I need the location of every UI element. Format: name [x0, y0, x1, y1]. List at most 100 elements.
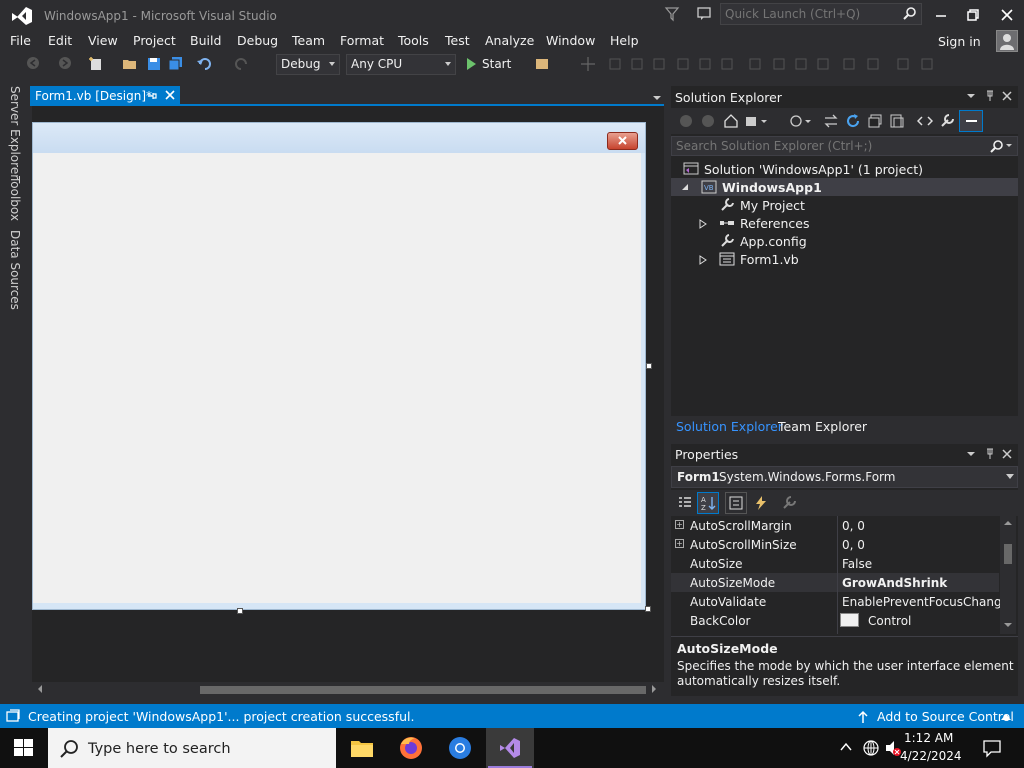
form1-window-preview[interactable] [32, 122, 646, 610]
filter-icon[interactable] [664, 6, 680, 22]
redo-icon[interactable] [232, 56, 250, 72]
property-value[interactable]: False [842, 557, 872, 571]
home-icon[interactable] [723, 113, 739, 129]
firefox-icon[interactable] [387, 728, 435, 768]
menu-help[interactable]: Help [610, 33, 639, 48]
property-pages-wrench-icon[interactable] [781, 495, 797, 511]
file-explorer-icon[interactable] [338, 728, 386, 768]
new-project-icon[interactable] [88, 56, 104, 72]
property-value[interactable]: Control [868, 614, 911, 628]
open-folder-icon[interactable] [122, 56, 138, 72]
tab-team-explorer[interactable]: Team Explorer [778, 419, 867, 434]
menu-build[interactable]: Build [190, 33, 221, 48]
server-explorer-tab[interactable]: Server Explorer [8, 86, 22, 179]
resize-handle-right[interactable] [646, 363, 652, 369]
tab-form1-design[interactable]: Form1.vb [Design]* [30, 86, 180, 106]
chevron-down-icon[interactable] [966, 92, 976, 100]
property-row[interactable]: + AutoScrollMinSize 0, 0 [671, 535, 999, 554]
menu-debug[interactable]: Debug [237, 33, 278, 48]
tree-item-app-config[interactable]: App.config [671, 232, 1018, 250]
back-navigate-icon[interactable] [26, 56, 40, 70]
property-value[interactable]: 0, 0 [842, 538, 865, 552]
view-code-icon[interactable] [917, 113, 933, 129]
property-value[interactable]: 0, 0 [842, 519, 865, 533]
menu-window[interactable]: Window [546, 33, 595, 48]
expanded-arrow-icon[interactable] [681, 183, 689, 191]
form-client-area[interactable] [33, 153, 641, 603]
sign-in-link[interactable]: Sign in [938, 34, 981, 49]
close-icon[interactable] [1001, 90, 1013, 102]
close-window-button[interactable] [992, 4, 1022, 26]
tree-item-form1[interactable]: Form1.vb [671, 250, 1018, 268]
categorized-icon[interactable] [677, 495, 693, 511]
search-icon[interactable] [990, 139, 1014, 153]
pending-changes-icon[interactable] [789, 113, 813, 129]
quick-launch-input[interactable] [721, 4, 901, 24]
network-globe-icon[interactable] [862, 739, 880, 757]
properties-view-icon[interactable] [725, 492, 747, 514]
property-row[interactable]: + AutoScrollMargin 0, 0 [671, 516, 999, 535]
tree-item-solution[interactable]: Solution 'WindowsApp1' (1 project) [671, 160, 1018, 178]
scrollbar-thumb[interactable] [200, 686, 646, 694]
menu-project[interactable]: Project [133, 33, 176, 48]
forward-navigate-icon[interactable] [58, 56, 72, 70]
start-button[interactable]: Start [482, 57, 511, 71]
tree-item-project[interactable]: VB WindowsApp1 [671, 178, 1018, 196]
properties-wrench-icon[interactable] [939, 113, 955, 129]
solution-search-box[interactable] [671, 136, 1018, 156]
tab-solution-explorer[interactable]: Solution Explorer [676, 419, 783, 434]
document-list-icon[interactable] [652, 94, 662, 102]
expand-icon[interactable]: + [675, 539, 684, 548]
chrome-icon[interactable] [436, 728, 484, 768]
property-row-selected[interactable]: AutoSizeMode GrowAndShrink [671, 573, 999, 592]
pin-icon[interactable] [146, 90, 158, 102]
pin-icon[interactable] [984, 90, 996, 102]
menu-format[interactable]: Format [340, 33, 384, 48]
tree-item-my-project[interactable]: My Project [671, 196, 1018, 214]
platform-dropdown[interactable]: Any CPU [346, 54, 456, 75]
properties-vertical-scrollbar[interactable] [1000, 516, 1016, 634]
show-all-files-icon[interactable] [889, 113, 905, 129]
collapsed-arrow-icon[interactable] [699, 255, 707, 265]
save-all-icon[interactable] [168, 56, 184, 72]
sync-icon[interactable] [823, 113, 839, 129]
attach-icon[interactable] [534, 56, 550, 72]
feedback-icon[interactable] [696, 6, 712, 22]
tree-item-references[interactable]: References [671, 214, 1018, 232]
chevron-up-icon[interactable] [1001, 714, 1011, 720]
layout-tools-icon[interactable] [608, 56, 948, 72]
chevron-up-icon[interactable] [840, 741, 852, 753]
resize-handle-corner[interactable] [645, 606, 651, 612]
windows-start-icon[interactable] [14, 739, 34, 757]
menu-edit[interactable]: Edit [48, 33, 72, 48]
solution-config-dropdown[interactable]: Debug [276, 54, 340, 75]
minimize-button[interactable] [926, 4, 956, 26]
collapse-all-icon[interactable] [867, 113, 883, 129]
menu-analyze[interactable]: Analyze [485, 33, 534, 48]
collapsed-arrow-icon[interactable] [699, 219, 707, 229]
resize-handle-bottom[interactable] [237, 608, 243, 614]
align-grid-icon[interactable] [580, 56, 596, 72]
menu-file[interactable]: File [10, 33, 31, 48]
menu-test[interactable]: Test [445, 33, 470, 48]
switch-views-icon[interactable] [745, 113, 769, 129]
back-icon[interactable] [679, 114, 693, 128]
preview-selected-icon[interactable] [959, 110, 983, 132]
object-selector-dropdown[interactable]: Form1 System.Windows.Forms.Form [671, 466, 1018, 488]
solution-search-input[interactable] [674, 137, 974, 155]
notifications-icon[interactable] [982, 738, 1002, 758]
menu-tools[interactable]: Tools [398, 33, 429, 48]
property-value[interactable]: GrowAndShrink [842, 576, 947, 590]
property-row[interactable]: AutoSize False [671, 554, 999, 573]
close-tab-icon[interactable] [164, 89, 176, 101]
start-debug-icon[interactable] [464, 56, 478, 74]
clock-time[interactable]: 1:12 AM [904, 731, 953, 745]
clock-date[interactable]: 4/22/2024 [900, 749, 962, 763]
refresh-icon[interactable] [845, 113, 861, 129]
chevron-down-icon[interactable] [966, 450, 976, 458]
property-row[interactable]: BackColor Control [671, 611, 999, 630]
forward-icon[interactable] [701, 114, 715, 128]
data-sources-tab[interactable]: Data Sources [8, 230, 22, 310]
property-value[interactable]: EnablePreventFocusChange [842, 595, 1009, 609]
user-avatar-icon[interactable] [996, 30, 1018, 52]
